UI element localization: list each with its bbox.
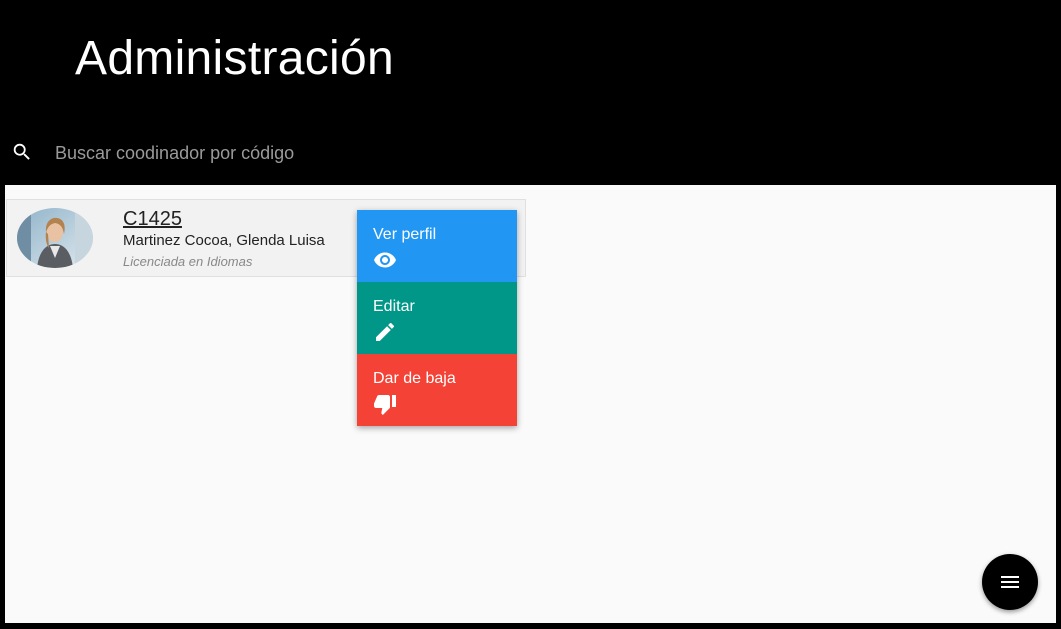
coordinator-code-link[interactable]: C1425 <box>123 208 182 231</box>
edit-button[interactable]: Editar <box>357 282 517 354</box>
view-profile-label: Ver perfil <box>373 226 437 243</box>
main-content: C1425 Martinez Cocoa, Glenda Luisa Licen… <box>5 185 1056 623</box>
thumb-down-icon <box>373 392 397 416</box>
page-title: Administración <box>75 32 394 85</box>
avatar <box>17 208 93 268</box>
deactivate-label: Dar de baja <box>373 370 456 387</box>
coordinator-name: Martinez Cocoa, Glenda Luisa <box>123 232 325 249</box>
view-profile-button[interactable]: Ver perfil <box>357 210 517 282</box>
pencil-icon <box>373 320 397 344</box>
coordinator-degree: Licenciada en Idiomas <box>123 254 253 269</box>
edit-label: Editar <box>373 298 415 315</box>
action-menu: Ver perfil Editar Dar de baja <box>357 210 517 426</box>
search-icon[interactable] <box>11 141 33 163</box>
eye-icon <box>373 248 397 272</box>
menu-icon <box>1001 576 1019 588</box>
search-bar <box>0 130 1061 176</box>
search-input[interactable] <box>55 140 655 166</box>
app-header: Administración <box>0 0 1061 184</box>
deactivate-button[interactable]: Dar de baja <box>357 354 517 426</box>
menu-fab-button[interactable] <box>982 554 1038 610</box>
